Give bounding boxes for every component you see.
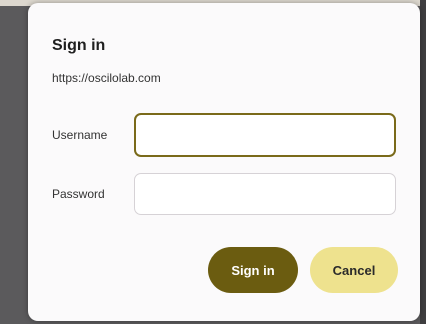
- sign-in-button[interactable]: Sign in: [208, 247, 298, 293]
- password-label: Password: [52, 187, 105, 201]
- username-label: Username: [52, 128, 108, 142]
- dialog-title: Sign in: [52, 37, 106, 54]
- password-field[interactable]: [134, 173, 396, 215]
- cancel-button[interactable]: Cancel: [310, 247, 398, 293]
- site-origin: https://oscilolab.com: [52, 71, 161, 85]
- username-field[interactable]: [134, 113, 396, 157]
- backdrop: [420, 0, 426, 324]
- sign-in-dialog: Sign in https://oscilolab.com Username P…: [28, 3, 420, 321]
